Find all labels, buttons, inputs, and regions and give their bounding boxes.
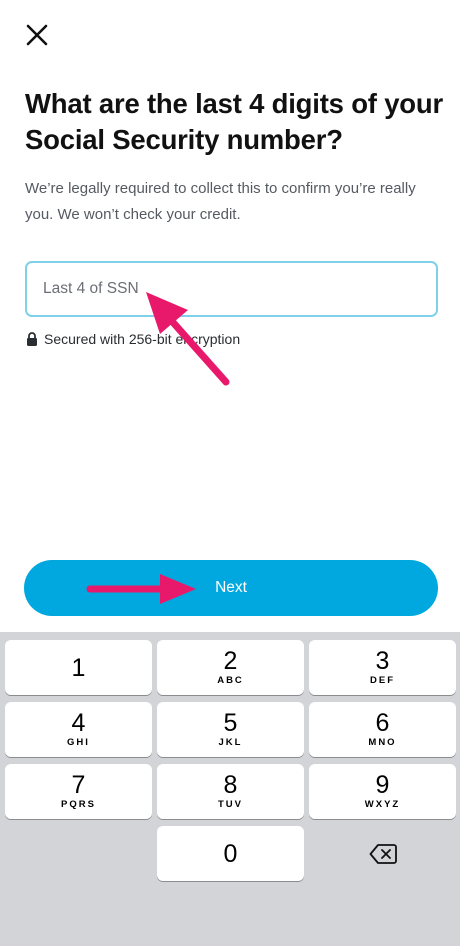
page-subtitle: We’re legally required to collect this t… — [25, 180, 416, 223]
key-letters: WXYZ — [364, 799, 401, 810]
key-0[interactable]: 0 — [157, 826, 304, 881]
secure-note: Secured with 256-bit encryption — [26, 329, 240, 349]
ssn-last4-input[interactable] — [25, 261, 438, 317]
secure-note-text: Secured with 256-bit encryption — [44, 331, 241, 347]
page-title: What are the last 4 digits of your Socia… — [25, 88, 443, 155]
next-button-label: Next — [215, 579, 247, 596]
key-digit: 9 — [375, 771, 390, 799]
key-letters: PQRS — [61, 799, 96, 810]
key-4[interactable]: 4 GHI — [5, 702, 152, 757]
next-button[interactable]: Next — [24, 560, 438, 616]
key-8[interactable]: 8 TUV — [157, 764, 304, 819]
lock-icon — [27, 332, 37, 346]
delete-key[interactable] — [309, 826, 456, 881]
key-7[interactable]: 7 PQRS — [5, 764, 152, 819]
key-digit: 6 — [375, 709, 390, 737]
key-digit: 7 — [71, 771, 86, 799]
key-3[interactable]: 3 DEF — [309, 640, 456, 695]
numeric-keypad: 1 2 ABC 3 DEF 4 GHI 5 JKL 6 MNO 7 PQRS 8… — [0, 632, 460, 946]
close-icon — [26, 24, 48, 46]
key-letters: JKL — [218, 737, 243, 748]
key-digit: 3 — [375, 647, 390, 675]
key-digit: 0 — [223, 839, 238, 868]
key-letters: MNO — [368, 737, 397, 748]
key-letters: TUV — [218, 799, 243, 810]
key-1[interactable]: 1 — [5, 640, 152, 695]
key-digit: 5 — [223, 709, 238, 737]
key-digit: 8 — [223, 771, 238, 799]
key-digit: 2 — [223, 647, 238, 675]
key-6[interactable]: 6 MNO — [309, 702, 456, 757]
key-letters: DEF — [370, 675, 395, 686]
backspace-icon — [369, 843, 397, 864]
key-digit: 4 — [71, 709, 86, 737]
key-5[interactable]: 5 JKL — [157, 702, 304, 757]
key-2[interactable]: 2 ABC — [157, 640, 304, 695]
key-digit: 1 — [71, 653, 86, 682]
key-letters: ABC — [217, 675, 244, 686]
key-letters: GHI — [67, 737, 90, 748]
key-9[interactable]: 9 WXYZ — [309, 764, 456, 819]
close-button[interactable] — [22, 20, 52, 50]
